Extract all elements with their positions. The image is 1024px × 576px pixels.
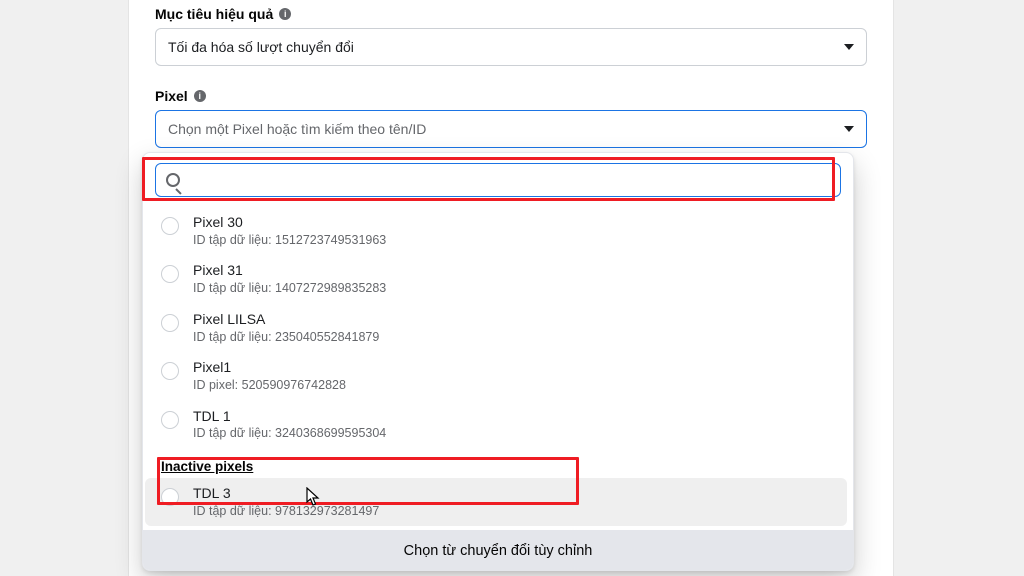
inactive-pixels-header: Inactive pixels — [145, 449, 847, 478]
pixel-option-sub: ID tập dữ liệu: 1512723749531963 — [193, 232, 386, 250]
page-root: Mục tiêu hiệu quả i Tối đa hóa số lượt c… — [0, 0, 1024, 576]
pixel-label-row: Pixel i — [155, 88, 867, 104]
pixel-options-list[interactable]: Pixel 30 ID tập dữ liệu: 151272374953196… — [143, 207, 853, 526]
pixel-option-title: Pixel 31 — [193, 261, 386, 280]
pixel-option-sub: ID pixel: 520590976742828 — [193, 377, 346, 395]
radio-icon[interactable] — [161, 488, 179, 506]
pixel-option-title: Pixel 30 — [193, 213, 386, 232]
radio-icon[interactable] — [161, 411, 179, 429]
info-icon[interactable]: i — [279, 8, 291, 20]
pixel-option-sub: ID tập dữ liệu: 235040552841879 — [193, 329, 379, 347]
radio-icon[interactable] — [161, 314, 179, 332]
pixel-option-title: Pixel1 — [193, 358, 346, 377]
performance-goal-label-row: Mục tiêu hiệu quả i — [155, 6, 867, 22]
pixel-option-sub: ID tập dữ liệu: 3240368699595304 — [193, 425, 386, 443]
pixel-dropdown: Pixel 30 ID tập dữ liệu: 151272374953196… — [142, 152, 854, 571]
pixel-select[interactable]: Chọn một Pixel hoặc tìm kiếm theo tên/ID — [155, 110, 867, 148]
pixel-option-sub: ID tập dữ liệu: 978132973281497 — [193, 503, 379, 521]
pixel-option[interactable]: Pixel 30 ID tập dữ liệu: 151272374953196… — [145, 207, 847, 255]
pixel-option-title: TDL 1 — [193, 407, 386, 426]
pixel-option[interactable]: Pixel LILSA ID tập dữ liệu: 235040552841… — [145, 304, 847, 352]
performance-goal-label: Mục tiêu hiệu quả — [155, 6, 273, 22]
pixel-option-sub: ID tập dữ liệu: 1407272989835283 — [193, 280, 386, 298]
pixel-option-inactive[interactable]: TDL 3 ID tập dữ liệu: 978132973281497 — [145, 478, 847, 526]
caret-down-icon — [844, 44, 854, 50]
pixel-option[interactable]: Pixel 31 ID tập dữ liệu: 140727298983528… — [145, 255, 847, 303]
search-wrap — [143, 153, 853, 207]
pixel-label: Pixel — [155, 88, 188, 104]
pixel-placeholder: Chọn một Pixel hoặc tìm kiếm theo tên/ID — [168, 121, 426, 137]
pixel-option[interactable]: TDL 1 ID tập dữ liệu: 3240368699595304 — [145, 401, 847, 449]
pixel-option-title: Pixel LILSA — [193, 310, 379, 329]
performance-goal-select[interactable]: Tối đa hóa số lượt chuyển đổi — [155, 28, 867, 66]
info-icon[interactable]: i — [194, 90, 206, 102]
caret-down-icon — [844, 126, 854, 132]
radio-icon[interactable] — [161, 362, 179, 380]
custom-conversion-button[interactable]: Chọn từ chuyển đổi tùy chỉnh — [143, 530, 853, 570]
custom-conversion-label: Chọn từ chuyển đổi tùy chỉnh — [404, 543, 593, 559]
search-box[interactable] — [155, 163, 841, 197]
search-input[interactable] — [188, 171, 830, 189]
radio-icon[interactable] — [161, 217, 179, 235]
search-icon — [166, 173, 180, 187]
performance-goal-value: Tối đa hóa số lượt chuyển đổi — [168, 39, 354, 55]
pixel-option-title: TDL 3 — [193, 484, 379, 503]
pixel-option[interactable]: Pixel1 ID pixel: 520590976742828 — [145, 352, 847, 400]
radio-icon[interactable] — [161, 265, 179, 283]
